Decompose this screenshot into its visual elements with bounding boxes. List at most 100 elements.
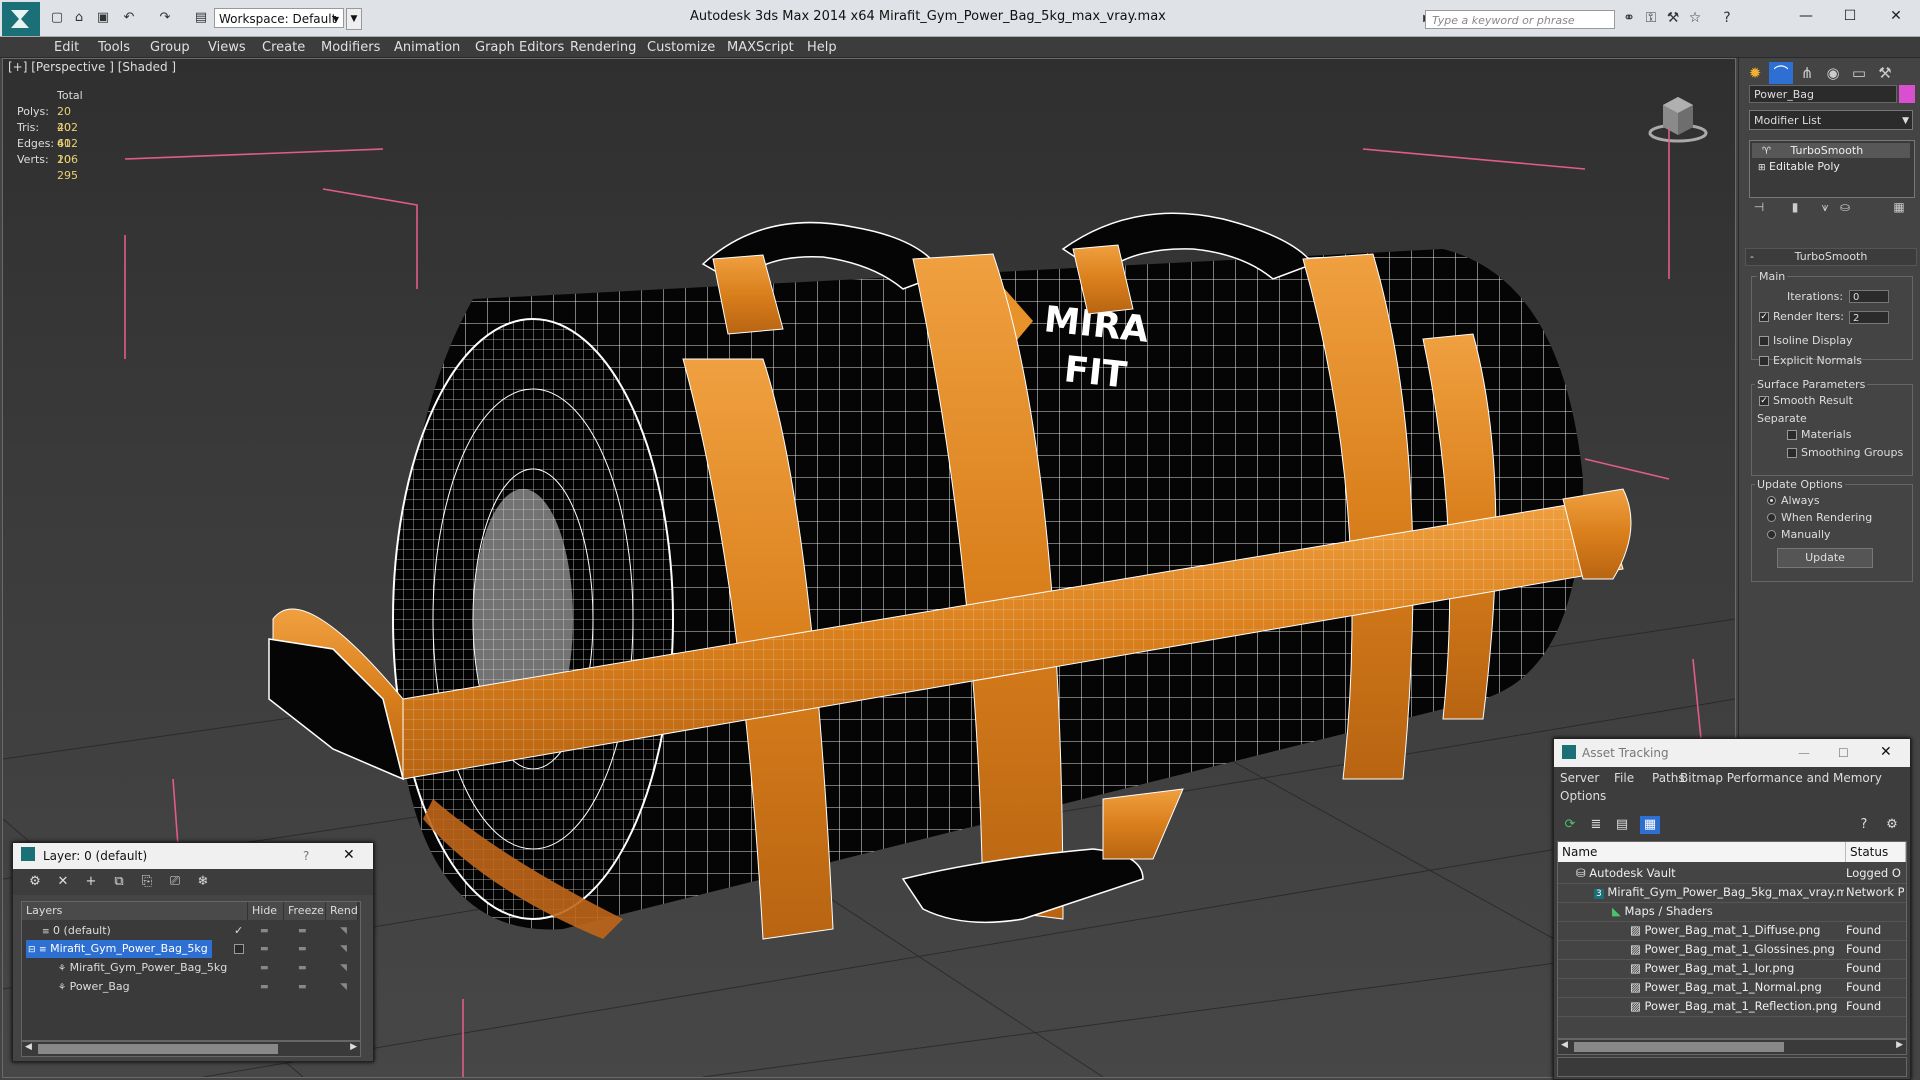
render-toggle[interactable]: ◥	[340, 978, 356, 996]
select-objects-icon[interactable]: ⧉	[109, 873, 129, 891]
help-icon[interactable]: ?	[303, 849, 309, 863]
render-toggle[interactable]: ◥	[340, 959, 356, 977]
maximize-icon[interactable]: ☐	[1838, 746, 1849, 760]
layer-row[interactable]: ⚘ Power_Bag ▬ ▬ ◥	[22, 978, 358, 996]
column-name[interactable]: Name	[1558, 842, 1846, 862]
menu-group[interactable]: Group	[150, 40, 190, 55]
asset-menu-file[interactable]: File	[1614, 771, 1634, 785]
detail-view-icon[interactable]: ▤	[1612, 816, 1632, 834]
asset-row[interactable]: ◣ Maps / Shaders	[1558, 902, 1906, 922]
object-color-swatch[interactable]	[1899, 85, 1915, 103]
layer-row[interactable]: ≡ 0 (default) ✓ ▬ ▬ ◥	[22, 922, 358, 940]
help-icon[interactable]: ?	[1718, 9, 1736, 27]
iterations-spinner[interactable]: 0	[1849, 290, 1889, 303]
utilities-tab-icon[interactable]: ⚒	[1873, 62, 1897, 84]
scroll-left-icon[interactable]: ◀	[25, 1042, 32, 1052]
smoothing-groups-checkbox[interactable]	[1787, 448, 1797, 458]
column-layers[interactable]: Layers	[22, 902, 248, 920]
update-button[interactable]: Update	[1777, 548, 1873, 568]
active-layer-checkbox[interactable]	[234, 944, 244, 954]
always-radio[interactable]	[1767, 496, 1776, 505]
render-iters-spinner[interactable]: 2	[1849, 311, 1889, 324]
column-render[interactable]: Rend	[326, 902, 358, 920]
redo-icon[interactable]: ↷	[156, 10, 174, 26]
freeze-toggle[interactable]: ▬	[298, 940, 314, 958]
stack-item-turbosmooth[interactable]: ♈ TurboSmooth	[1752, 143, 1910, 158]
asset-row[interactable]: ▨ Power_Bag_mat_1_Reflection.png Found	[1558, 997, 1906, 1017]
modifier-list-dropdown[interactable]: Modifier List ▼	[1749, 110, 1913, 130]
scroll-right-icon[interactable]: ▶	[1896, 1040, 1903, 1050]
asset-row[interactable]: ▨ Power_Bag_mat_1_Normal.png Found	[1558, 978, 1906, 998]
hide-toggle[interactable]: ▬	[260, 922, 276, 940]
asset-menu-options[interactable]: Options	[1560, 789, 1606, 803]
asset-settings-icon[interactable]: ⚙	[1882, 816, 1902, 834]
motion-tab-icon[interactable]: ◉	[1821, 62, 1845, 84]
menu-rendering[interactable]: Rendering	[570, 40, 636, 55]
layer-row[interactable]: ⊟ ≡ Mirafit_Gym_Power_Bag_5kg ▬ ▬ ◥	[22, 940, 358, 958]
asset-menu-server[interactable]: Server	[1560, 771, 1599, 785]
asset-row[interactable]: 3 Mirafit_Gym_Power_Bag_5kg_max_vray.max…	[1558, 883, 1906, 903]
column-status[interactable]: Status	[1846, 842, 1906, 862]
app-logo-icon[interactable]	[2, 2, 40, 36]
column-hide[interactable]: Hide	[248, 902, 284, 920]
menu-maxscript[interactable]: MAXScript	[727, 40, 794, 55]
freeze-toggle[interactable]: ▬	[298, 959, 314, 977]
asset-row[interactable]: ▨ Power_Bag_mat_1_Diffuse.png Found	[1558, 921, 1906, 941]
maximize-button[interactable]: ☐	[1830, 4, 1870, 28]
layer-row[interactable]: ⚘ Mirafit_Gym_Power_Bag_5kg ▬ ▬ ◥	[22, 959, 358, 977]
minimize-button[interactable]: —	[1786, 4, 1826, 28]
add-layer-icon[interactable]: +	[81, 873, 101, 891]
save-file-icon[interactable]: ▣	[94, 10, 112, 26]
render-toggle[interactable]: ◥	[340, 940, 356, 958]
layer-horizontal-scrollbar[interactable]: ◀ ▶	[21, 1041, 361, 1057]
modify-tab-icon[interactable]: ⌒	[1769, 62, 1793, 84]
new-file-icon[interactable]: ▢	[48, 10, 66, 26]
menu-animation[interactable]: Animation	[394, 40, 460, 55]
hide-toggle[interactable]: ▬	[260, 978, 276, 996]
isoline-checkbox[interactable]	[1759, 336, 1769, 346]
menu-modifiers[interactable]: Modifiers	[321, 40, 380, 55]
workspace-dropdown[interactable]: Workspace: Default ▾	[214, 8, 344, 28]
explicit-normals-checkbox[interactable]	[1759, 356, 1769, 366]
hide-toggle[interactable]: ▬	[260, 940, 276, 958]
freeze-toggle[interactable]: ▬	[298, 978, 314, 996]
asset-row[interactable]: ▨ Power_Bag_mat_1_Glossines.png Found	[1558, 940, 1906, 960]
menu-help[interactable]: Help	[807, 40, 837, 55]
refresh-icon[interactable]: ⟳	[1560, 816, 1580, 834]
layer-settings-icon[interactable]: ⚙	[25, 873, 45, 891]
menu-views[interactable]: Views	[208, 40, 246, 55]
asset-row[interactable]: ▨ Power_Bag_mat_1_Ior.png Found	[1558, 959, 1906, 979]
materials-checkbox[interactable]	[1787, 430, 1797, 440]
favorites-icon[interactable]: ☆	[1686, 9, 1704, 27]
create-tab-icon[interactable]: ✹	[1743, 62, 1767, 84]
menu-customize[interactable]: Customize	[647, 40, 715, 55]
object-name-field[interactable]: Power_Bag	[1749, 85, 1897, 103]
menu-create[interactable]: Create	[262, 40, 305, 55]
search-input[interactable]: Type a keyword or phrase	[1425, 10, 1615, 29]
stack-item-editable-poly[interactable]: ⊞ Editable Poly	[1752, 159, 1910, 174]
menu-tools[interactable]: Tools	[98, 40, 130, 55]
project-folder-icon[interactable]: ▤	[192, 10, 210, 26]
open-file-icon[interactable]: ⌂	[70, 10, 88, 26]
close-icon[interactable]: ✕	[343, 847, 355, 863]
active-layer-check-icon[interactable]: ✓	[234, 922, 243, 940]
quick-access-dropdown[interactable]: ▼	[346, 8, 362, 30]
freeze-all-icon[interactable]: ❄	[193, 873, 213, 891]
list-view-icon[interactable]: ≣	[1586, 816, 1606, 834]
delete-layer-icon[interactable]: ✕	[53, 873, 73, 891]
scrollbar-thumb[interactable]	[38, 1044, 278, 1054]
column-freeze[interactable]: Freeze	[284, 902, 326, 920]
asset-help-icon[interactable]: ?	[1854, 816, 1874, 834]
render-toggle[interactable]: ◥	[340, 922, 356, 940]
when-rendering-radio[interactable]	[1767, 513, 1776, 522]
binoculars-icon[interactable]: ⚭	[1620, 9, 1638, 27]
scroll-left-icon[interactable]: ◀	[1561, 1040, 1568, 1050]
menu-graph-editors[interactable]: Graph Editors	[475, 40, 564, 55]
hide-all-icon[interactable]: ⎚	[165, 873, 185, 891]
layer-window-titlebar[interactable]: Layer: 0 (default) ? ✕	[13, 843, 373, 869]
close-button[interactable]: ✕	[1876, 4, 1916, 28]
turbosmooth-rollout-header[interactable]: - TurboSmooth	[1745, 248, 1917, 266]
asset-window-titlebar[interactable]: Asset Tracking — ☐ ✕	[1554, 739, 1910, 767]
highlight-layer-icon[interactable]: ⎘	[137, 873, 157, 891]
hide-toggle[interactable]: ▬	[260, 959, 276, 977]
